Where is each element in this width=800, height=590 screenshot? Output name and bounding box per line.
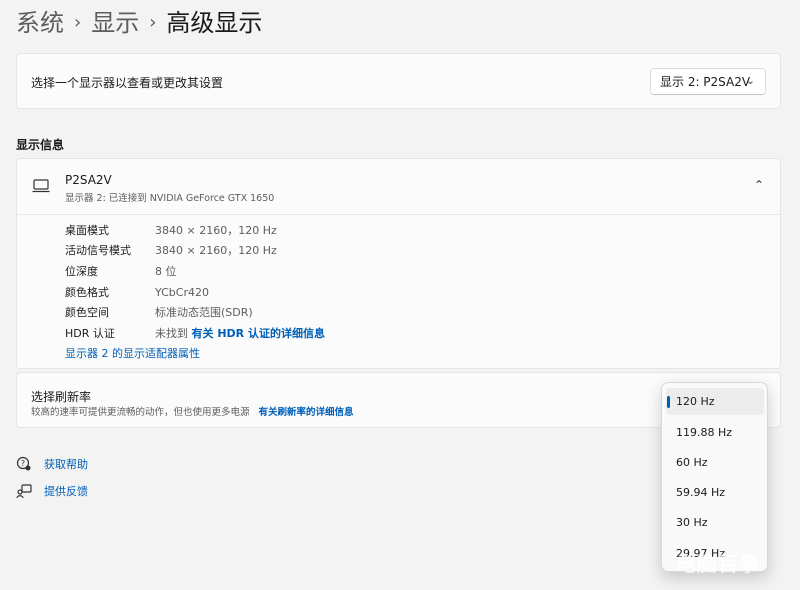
monitor-header[interactable]: P2SA2V 显示器 2: 已连接到 NVIDIA GeForce GTX 16…	[17, 159, 780, 215]
monitor-description: 显示器 2: 已连接到 NVIDIA GeForce GTX 1650	[65, 193, 275, 204]
refresh-option-60[interactable]: 60 Hz	[666, 449, 764, 476]
info-key: 活动信号模式	[65, 244, 131, 257]
chevron-up-icon[interactable]: ⌃	[754, 178, 764, 192]
info-value: YCbCr420	[155, 286, 209, 299]
hdr-details-link[interactable]: 有关 HDR 认证的详细信息	[192, 327, 325, 340]
hdr-status: 未找到	[155, 327, 188, 340]
refresh-option-30[interactable]: 30 Hz	[666, 509, 764, 536]
help-icon: ?	[16, 456, 31, 471]
svg-text:?: ?	[21, 459, 25, 468]
chevron-right-icon: ›	[149, 12, 157, 33]
display-select-label: 选择一个显示器以查看或更改其设置	[31, 76, 224, 90]
info-key: HDR 认证	[65, 327, 115, 340]
refresh-rate-title: 选择刷新率	[31, 390, 92, 404]
breadcrumb-item-display[interactable]: 显示	[91, 6, 139, 40]
refresh-rate-details-link[interactable]: 有关刷新率的详细信息	[259, 407, 354, 418]
refresh-rate-dropdown-menu: 120 Hz 119.88 Hz 60 Hz 59.94 Hz 30 Hz 29…	[661, 382, 768, 572]
info-key: 颜色格式	[65, 286, 109, 299]
info-key: 颜色空间	[65, 306, 109, 319]
get-help-label: 获取帮助	[44, 458, 88, 471]
display-dropdown[interactable]: 显示 2: P2SA2V ⌄	[650, 68, 766, 95]
refresh-rate-description: 较高的速率可提供更流畅的动作，但也使用更多电源 有关刷新率的详细信息	[31, 404, 354, 418]
monitor-name: P2SA2V	[65, 173, 112, 187]
info-key: 桌面模式	[65, 224, 109, 237]
info-value: 3840 × 2160，120 Hz	[155, 224, 277, 237]
display-select-card: 选择一个显示器以查看或更改其设置 显示 2: P2SA2V ⌄	[16, 53, 781, 109]
refresh-rate-desc-text: 较高的速率可提供更流畅的动作，但也使用更多电源	[31, 407, 250, 418]
breadcrumb-item-system[interactable]: 系统	[16, 6, 64, 40]
page-title: 高级显示	[166, 9, 263, 37]
get-help-link[interactable]: ? 获取帮助	[16, 456, 88, 472]
info-value: 8 位	[155, 265, 177, 278]
chevron-right-icon: ›	[74, 12, 82, 33]
breadcrumb: 系统 › 显示 › 高级显示	[16, 6, 262, 40]
info-key: 位深度	[65, 265, 98, 278]
refresh-option-119-88[interactable]: 119.88 Hz	[666, 419, 764, 446]
feedback-icon	[16, 484, 32, 499]
section-title-display-info: 显示信息	[16, 138, 65, 152]
monitor-icon	[32, 179, 50, 193]
monitor-info-card: P2SA2V 显示器 2: 已连接到 NVIDIA GeForce GTX 16…	[16, 158, 781, 369]
feedback-label: 提供反馈	[44, 485, 88, 498]
display-dropdown-value: 显示 2: P2SA2V	[660, 75, 751, 89]
info-value: 标准动态范围(SDR)	[155, 306, 253, 319]
chevron-down-icon: ⌄	[745, 74, 755, 87]
adapter-properties-link[interactable]: 显示器 2 的显示适配器属性	[65, 345, 200, 361]
watermark: 电脑百事	[676, 552, 760, 576]
refresh-option-120[interactable]: 120 Hz	[666, 388, 764, 415]
info-value: 未找到 有关 HDR 认证的详细信息	[155, 324, 325, 344]
info-value: 3840 × 2160，120 Hz	[155, 244, 277, 257]
refresh-option-59-94[interactable]: 59.94 Hz	[666, 479, 764, 506]
feedback-link[interactable]: 提供反馈	[16, 483, 88, 499]
